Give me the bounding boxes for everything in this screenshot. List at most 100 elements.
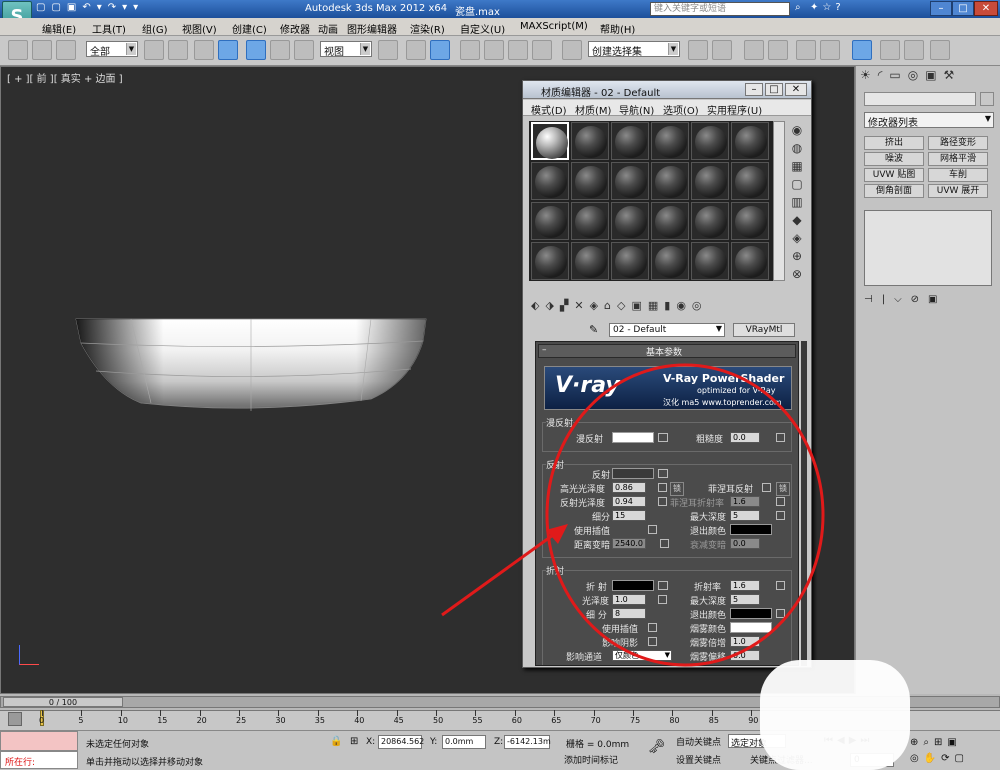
material-editor-titlebar[interactable]: 材质编辑器 - 02 - Default – □ ✕ [523, 81, 811, 99]
med-menu-options[interactable]: 选项(O) [663, 102, 699, 117]
sample-slot-scrollbar[interactable] [773, 121, 785, 281]
transform-mode-icon[interactable]: ⊞ [350, 736, 358, 747]
menu-animation[interactable]: 动画 [318, 21, 338, 36]
material-sample-slot[interactable] [611, 242, 649, 280]
link-icon[interactable] [8, 40, 28, 60]
reference-coord-select[interactable]: 视图 ▼ [320, 41, 372, 58]
close-button[interactable]: ✕ [785, 83, 807, 96]
menu-maxscript[interactable]: MAXScript(M) [520, 21, 588, 32]
percent-snap-icon[interactable] [508, 40, 528, 60]
unlink-icon[interactable] [32, 40, 52, 60]
menu-tools[interactable]: 工具(T) [92, 21, 126, 36]
select-manipulate-icon[interactable] [406, 40, 426, 60]
bowl-model[interactable] [71, 311, 431, 421]
menu-rendering[interactable]: 渲染(R) [410, 21, 445, 36]
spinner-snap-icon[interactable] [532, 40, 552, 60]
material-tools-row[interactable]: ⬖⬗▞✕◈⌂◇▣▦▮◉◎ [531, 299, 801, 317]
material-sample-slot[interactable] [691, 202, 729, 240]
select-move-icon[interactable] [246, 40, 266, 60]
auto-key-button[interactable]: 自动关键点 [676, 735, 726, 749]
select-rotate-icon[interactable] [270, 40, 290, 60]
maxscript-mode[interactable]: 所在行: [0, 751, 78, 769]
material-sample-slot[interactable] [531, 162, 569, 200]
select-by-name-icon[interactable] [168, 40, 188, 60]
select-scale-icon[interactable] [294, 40, 314, 60]
mod-noise-button[interactable]: 噪波 [864, 152, 924, 166]
graphite-tools-icon[interactable] [768, 40, 788, 60]
set-key-button[interactable]: 设置关键点 [676, 753, 726, 767]
menu-group[interactable]: 组(G) [142, 21, 168, 36]
bind-space-warp-icon[interactable] [56, 40, 76, 60]
material-sample-slot[interactable] [531, 122, 569, 160]
material-sample-slot[interactable] [611, 162, 649, 200]
minimize-button[interactable]: – [930, 1, 952, 16]
mod-path-deform-button[interactable]: 路径变形 [928, 136, 988, 150]
selection-lock-icon[interactable]: 🔒 [330, 736, 342, 747]
menu-modifiers[interactable]: 修改器 [280, 21, 310, 36]
keyboard-shortcut-icon[interactable] [430, 40, 450, 60]
menu-customize[interactable]: 自定义(U) [460, 21, 505, 36]
rendered-frame-icon[interactable] [904, 40, 924, 60]
object-name-field[interactable] [864, 92, 976, 106]
material-sample-slot[interactable] [531, 242, 569, 280]
viewport-nav-icons[interactable]: ⊕⌕⊞▣ ◎✋⟳▢ [910, 735, 998, 767]
material-sample-slot[interactable] [531, 202, 569, 240]
material-sample-slot[interactable] [651, 162, 689, 200]
med-menu-navigation[interactable]: 导航(N) [619, 102, 654, 117]
x-coord-field[interactable]: 20864.562 [378, 735, 424, 749]
viewport-label[interactable]: [ + ][ 前 ][ 真实 + 边面 ] [7, 70, 123, 85]
schematic-view-icon[interactable] [820, 40, 840, 60]
material-sample-slot[interactable] [651, 122, 689, 160]
med-menu-material[interactable]: 材质(M) [575, 102, 611, 117]
render-production-icon[interactable] [930, 40, 950, 60]
object-color-swatch[interactable] [980, 92, 994, 106]
add-time-tag-button[interactable]: 添加时间标记 [552, 753, 622, 767]
material-sample-slot[interactable] [691, 122, 729, 160]
mod-uvw-map-button[interactable]: UVW 贴图 [864, 168, 924, 182]
mod-unwrap-uvw-button[interactable]: UVW 展开 [928, 184, 988, 198]
material-type-button[interactable]: VRayMtl [733, 323, 795, 337]
menu-create[interactable]: 创建(C) [232, 21, 267, 36]
material-sample-slot[interactable] [691, 162, 729, 200]
render-setup-icon[interactable] [880, 40, 900, 60]
material-sample-slot[interactable] [611, 202, 649, 240]
modifier-list-select[interactable]: 修改器列表 ▼ [864, 112, 994, 129]
layer-manager-icon[interactable] [744, 40, 764, 60]
mod-lathe-button[interactable]: 车削 [928, 168, 988, 182]
med-menu-utilities[interactable]: 实用程序(U) [707, 102, 762, 117]
material-sample-slot[interactable] [731, 202, 769, 240]
modifier-stack-list[interactable] [864, 210, 992, 286]
material-name-field[interactable]: 02 - Default ▼ [609, 323, 725, 337]
mirror-icon[interactable] [688, 40, 708, 60]
material-editor-icon[interactable] [852, 40, 872, 60]
maximize-button[interactable]: □ [952, 1, 974, 16]
material-sample-slot[interactable] [651, 202, 689, 240]
material-sample-slot[interactable] [651, 242, 689, 280]
key-icon[interactable]: 🗝 [648, 739, 666, 755]
material-sample-slot[interactable] [731, 162, 769, 200]
named-selection-set-select[interactable]: 创建选择集 ▼ [588, 41, 680, 58]
menu-edit[interactable]: 编辑(E) [42, 21, 76, 36]
pick-material-icon[interactable]: ✎ [589, 323, 603, 337]
angle-snap-icon[interactable] [484, 40, 504, 60]
selection-filter-select[interactable]: 全部 ▼ [86, 41, 138, 58]
material-sample-slot[interactable] [571, 242, 609, 280]
select-object-icon[interactable] [144, 40, 164, 60]
mod-meshsmooth-button[interactable]: 网格平滑 [928, 152, 988, 166]
menu-views[interactable]: 视图(V) [182, 21, 217, 36]
material-sample-slot[interactable] [611, 122, 649, 160]
snap-3d-icon[interactable] [460, 40, 480, 60]
material-sample-slot[interactable] [691, 242, 729, 280]
search-input[interactable]: 键入关键字或短语 [650, 2, 790, 16]
stack-tools-row[interactable]: ⊣|⌵⊘▣ [864, 294, 992, 308]
help-icons[interactable]: ✦☆? [810, 2, 845, 13]
rect-selection-icon[interactable] [194, 40, 214, 60]
menu-graph-editors[interactable]: 图形编辑器 [347, 21, 397, 36]
time-slider-thumb[interactable]: 0 / 100 [3, 697, 123, 707]
maximize-button[interactable]: □ [765, 83, 783, 96]
close-button[interactable]: ✕ [974, 1, 998, 16]
menu-help[interactable]: 帮助(H) [600, 21, 635, 36]
material-sample-slot[interactable] [731, 242, 769, 280]
material-sample-slot[interactable] [571, 162, 609, 200]
curve-editor-icon[interactable] [796, 40, 816, 60]
